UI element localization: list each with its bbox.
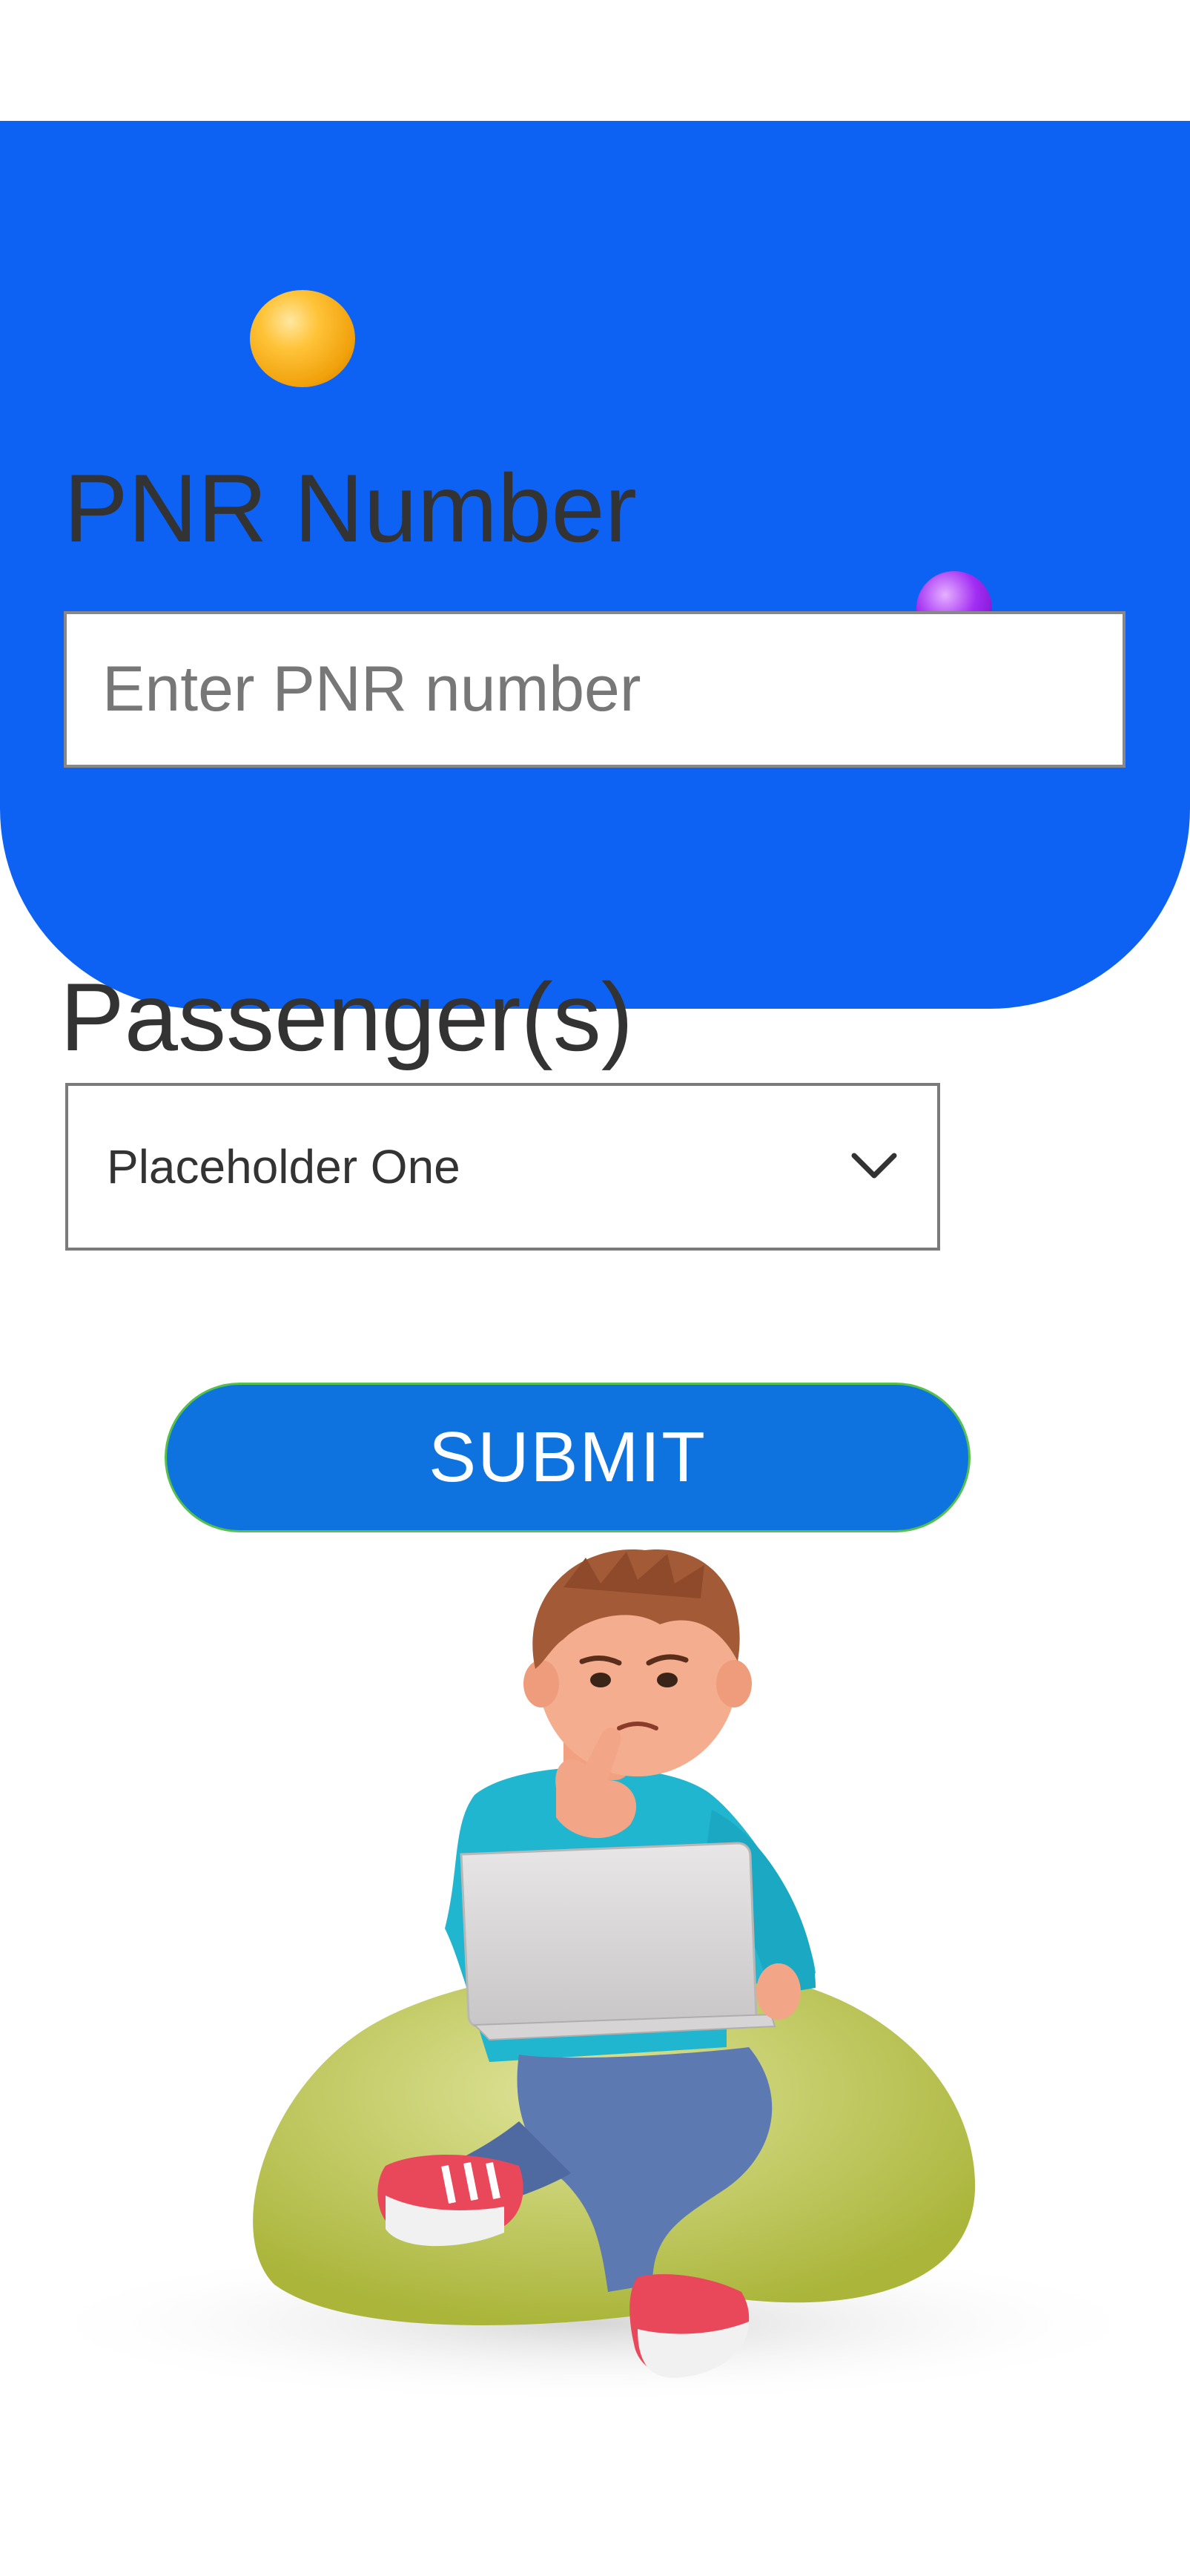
passengers-select[interactable]: Placeholder One bbox=[65, 1083, 940, 1251]
chevron-down-icon bbox=[851, 1153, 897, 1179]
boy-on-beanbag-illustration bbox=[22, 1549, 1164, 2405]
decorative-orange-ball bbox=[250, 290, 355, 387]
pnr-number-label: PNR Number bbox=[64, 454, 637, 562]
passengers-label: Passenger(s) bbox=[60, 963, 634, 1071]
passengers-selected-value: Placeholder One bbox=[107, 1140, 460, 1193]
submit-button[interactable]: SUBMIT bbox=[165, 1383, 971, 1532]
hero-background bbox=[0, 121, 1190, 1009]
pnr-number-input[interactable] bbox=[64, 611, 1125, 768]
